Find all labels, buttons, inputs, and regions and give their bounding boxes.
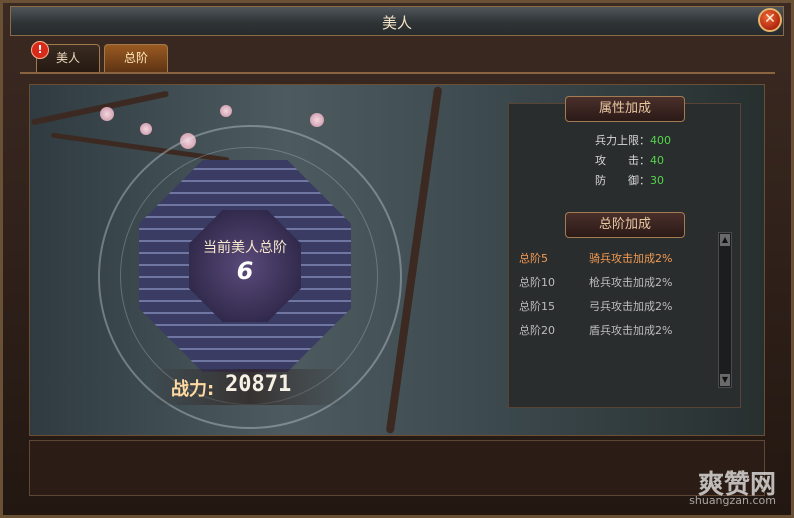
rank-bonus-list: 总阶5 骑兵攻击加成2% 总阶10 枪兵攻击加成2% 总阶15 弓兵攻击加成2% 总阶… [509, 228, 721, 388]
alert-icon: ! [31, 41, 49, 59]
window-title: 美人 [381, 14, 412, 32]
tab-total-rank[interactable]: 总阶 [104, 44, 168, 72]
tree-branch [30, 90, 170, 126]
attribute-row: 兵力上限：400 [595, 132, 671, 148]
rank-bonus-item: 总阶15 弓兵攻击加成2% [519, 298, 672, 314]
rank-bonus-item: 总阶20 盾兵攻击加成2% [519, 322, 672, 338]
scroll-down-icon[interactable]: ▼ [720, 374, 730, 386]
tab-beauty[interactable]: ! 美人 [31, 41, 100, 72]
bottom-panel [29, 440, 765, 496]
current-rank-value: 6 [236, 257, 254, 285]
attribute-row: 防 御：30 [595, 172, 664, 188]
rank-bonus-level: 总阶5 [519, 252, 548, 265]
rank-bonus-text: 盾兵攻击加成2% [589, 324, 673, 337]
tab-bar: ! 美人 总阶 [20, 38, 775, 74]
attribute-value: 40 [650, 154, 664, 167]
rank-bonus-item: 总阶10 枪兵攻击加成2% [519, 274, 672, 290]
tab-beauty-label: 美人 [55, 51, 80, 65]
attribute-value: 30 [650, 174, 664, 187]
rank-bonus-level: 总阶15 [519, 300, 555, 313]
tab-total-rank-label: 总阶 [123, 51, 148, 65]
blossom [310, 113, 324, 127]
attribute-label: 兵力上限： [595, 134, 650, 147]
blossom [100, 107, 114, 121]
combat-power: 战力: 20871 [150, 369, 350, 405]
watermark-url: shuangzan.com [689, 494, 776, 507]
bonus-panel: 属性加成 兵力上限：400 攻 击：40 防 御：30 总阶加成 总阶5 骑兵攻击… [508, 96, 741, 408]
close-button[interactable]: ✕ [758, 8, 782, 32]
combat-power-label: 战力: [171, 379, 215, 400]
scroll-up-icon[interactable]: ▲ [720, 234, 730, 246]
attribute-value: 400 [650, 134, 671, 147]
rank-bonus-text: 枪兵攻击加成2% [589, 276, 673, 289]
rank-bonus-level: 总阶20 [519, 324, 555, 337]
blossom [220, 105, 232, 117]
rank-bonus-scrollbar[interactable]: ▲ ▼ [718, 232, 732, 388]
attribute-label: 攻 击： [595, 154, 650, 167]
rank-bonus-text: 弓兵攻击加成2% [589, 300, 673, 313]
combat-power-value: 20871 [225, 372, 292, 397]
current-rank-label: 当前美人总阶 [203, 240, 287, 256]
main-panel: 当前美人总阶 6 战力: 20871 属性加成 兵力上限：400 攻 击：40 … [29, 84, 765, 436]
rank-bonus-item: 总阶5 骑兵攻击加成2% [519, 250, 672, 266]
attribute-label: 防 御： [595, 174, 650, 187]
rank-bonus-level: 总阶10 [519, 276, 555, 289]
blossom [140, 123, 152, 135]
close-icon: ✕ [764, 11, 776, 27]
attribute-bonus-header: 属性加成 [565, 96, 685, 122]
rank-bonus-text: 骑兵攻击加成2% [589, 252, 673, 265]
title-bar: 美人 [10, 6, 784, 36]
attribute-row: 攻 击：40 [595, 152, 664, 168]
